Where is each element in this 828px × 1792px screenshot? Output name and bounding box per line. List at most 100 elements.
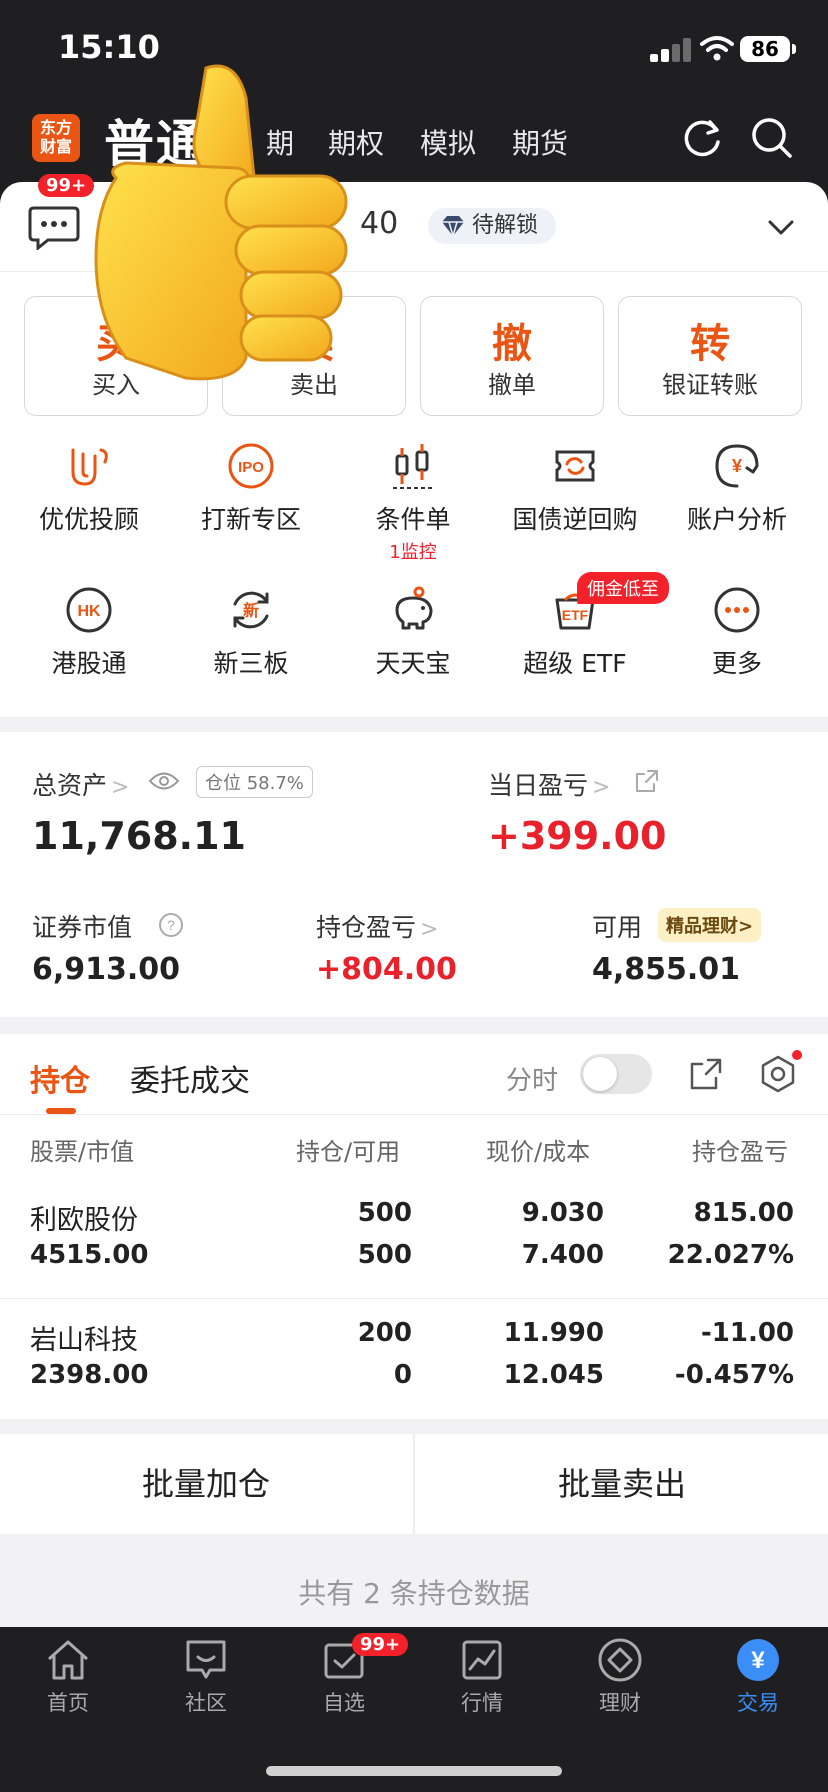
holdings-panel: 持仓 委托成交 分时 股票/市值 持仓/可用 现价/成本 持仓盈亏 利欧股份 4… — [0, 1034, 828, 1419]
holding-pl-label[interactable]: 持仓盈亏 > — [316, 908, 438, 944]
tab-watchlist[interactable]: 自选 99+ — [284, 1633, 409, 1717]
candlestick-icon — [393, 444, 433, 489]
settings-notification-dot — [792, 1050, 802, 1060]
search-icon[interactable] — [750, 116, 794, 160]
tab-home[interactable]: 首页 — [8, 1637, 128, 1717]
message-icon[interactable] — [28, 204, 80, 250]
hk-icon: HK — [66, 587, 112, 633]
grid-label: 港股通 — [51, 649, 127, 678]
market-value: 6,913.00 — [32, 952, 181, 987]
external-link-icon[interactable] — [634, 768, 660, 794]
cost-price: 12.045 — [503, 1360, 604, 1390]
tab-label: 交易 — [737, 1691, 779, 1715]
batch-actions: 批量加仓 批量卖出 — [0, 1434, 828, 1534]
unlock-label: 待解锁 — [472, 213, 539, 238]
hk-icon-text: HK — [77, 603, 101, 620]
cancel-order-button[interactable]: 撤 撤单 — [420, 296, 604, 416]
tab-label: 理财 — [599, 1691, 641, 1715]
total-assets-value: 11,768.11 — [32, 814, 246, 858]
wealth-products-pill[interactable]: 精品理财> — [658, 908, 762, 942]
holding-qty: 200 — [357, 1318, 412, 1348]
table-row[interactable]: 岩山科技 2398.00 200 0 11.990 12.045 -11.00 … — [0, 1304, 828, 1420]
repo-icon — [555, 450, 595, 482]
holding-qty: 500 — [357, 1198, 412, 1228]
grid-item-ipo[interactable]: IPO 打新专区 — [176, 442, 326, 536]
grid-item-tiantianbao[interactable]: 天天宝 — [338, 586, 488, 680]
grid-item-conditional-order[interactable]: 条件单 1监控 — [338, 442, 488, 564]
tab-orders-trades[interactable]: 委托成交 — [130, 1056, 250, 1100]
grid-item-more[interactable]: 更多 — [662, 586, 812, 680]
etf-icon-text: ETF — [562, 607, 589, 623]
tab-futures[interactable]: 期货 — [512, 122, 568, 162]
home-indicator — [266, 1766, 562, 1776]
asset-summary: 总资产 > 仓位 58.7% 11,768.11 当日盈亏 > +399.00 证券… — [0, 732, 828, 1017]
market-value-label: 证券市值 — [32, 913, 133, 942]
batch-sell-button[interactable]: 批量卖出 — [416, 1434, 828, 1534]
intraday-toggle-label: 分时 — [506, 1066, 559, 1096]
daily-pl-value: +399.00 — [488, 814, 667, 858]
tab-wealth[interactable]: 理财 — [560, 1637, 680, 1717]
new-board-icon: 新 — [233, 591, 269, 629]
app-logo: 东方 财富 — [32, 114, 80, 162]
daily-pl-label[interactable]: 当日盈亏 > — [488, 766, 610, 802]
ipo-icon-text: IPO — [238, 459, 264, 476]
diamond-icon — [442, 216, 464, 238]
grid-item-new-third-board[interactable]: 新 新三板 — [176, 586, 326, 680]
batch-add-button[interactable]: 批量加仓 — [0, 1434, 412, 1534]
grid-item-hk-connect[interactable]: HK 港股通 — [14, 586, 164, 680]
help-icon[interactable]: ? — [158, 912, 184, 938]
analysis-icon: ¥ — [715, 444, 759, 488]
monitor-count: 1监控 — [389, 542, 437, 563]
home-icon — [47, 1640, 89, 1680]
new-board-icon-text: 新 — [243, 601, 259, 620]
tab-simulation[interactable]: 模拟 — [420, 122, 476, 162]
available-qty: 500 — [357, 1240, 412, 1270]
tab-trade[interactable]: ¥ 交易 — [698, 1637, 818, 1717]
intraday-toggle[interactable] — [580, 1054, 652, 1094]
table-row[interactable]: 利欧股份 4515.00 500 500 9.030 7.400 815.00 … — [0, 1184, 828, 1300]
chevron-down-icon[interactable] — [766, 212, 796, 242]
stock-name: 岩山科技 — [30, 1325, 138, 1356]
cancel-glyph: 撤 — [492, 321, 532, 367]
share-icon[interactable] — [688, 1056, 724, 1092]
wealth-icon — [598, 1638, 642, 1682]
eye-icon[interactable] — [148, 770, 180, 792]
holding-pl: 815.00 — [693, 1198, 794, 1228]
refresh-icon[interactable] — [680, 116, 724, 160]
grid-label: 更多 — [711, 649, 762, 678]
tab-market[interactable]: 行情 — [422, 1637, 542, 1717]
tab-label: 自选 — [323, 1691, 365, 1715]
stock-market-value: 4515.00 — [30, 1240, 149, 1270]
uu-advisor-icon — [71, 448, 108, 486]
grid-item-account-analysis[interactable]: ¥ 账户分析 — [662, 442, 812, 536]
stock-market-value: 2398.00 — [30, 1360, 149, 1390]
grid-label: 优优投顾 — [38, 505, 139, 534]
tab-community[interactable]: 社区 — [146, 1637, 266, 1717]
holding-pl: -11.00 — [700, 1318, 794, 1348]
piggy-bank-icon — [395, 586, 433, 630]
thumbs-up-icon — [94, 64, 348, 381]
bank-transfer-button[interactable]: 转 银证转账 — [618, 296, 802, 416]
grid-label: 条件单 — [375, 505, 451, 534]
total-assets-label[interactable]: 总资产 > — [32, 766, 129, 802]
grid-label: 超级 ETF — [523, 649, 627, 678]
divider — [0, 1114, 828, 1115]
gear-icon[interactable] — [758, 1054, 798, 1094]
grid-label: 新三板 — [213, 649, 289, 678]
grid-label: 天天宝 — [375, 649, 451, 678]
holding-pl-percent: -0.457% — [674, 1360, 794, 1390]
current-price: 9.030 — [521, 1198, 604, 1228]
tab-label: 社区 — [185, 1691, 227, 1715]
grid-item-uu-advisor[interactable]: 优优投顾 — [14, 442, 164, 536]
cost-price: 7.400 — [521, 1240, 604, 1270]
unlock-badge[interactable]: 待解锁 — [428, 208, 557, 244]
transfer-label: 银证转账 — [662, 371, 758, 399]
trade-icon-text: ¥ — [751, 1647, 765, 1674]
toggle-knob — [583, 1057, 617, 1091]
holdings-count-note: 共有 2 条持仓数据 — [298, 1577, 530, 1610]
tab-holdings[interactable]: 持仓 — [30, 1056, 90, 1100]
logo-line2: 财富 — [39, 137, 72, 156]
grid-item-repo[interactable]: 国债逆回购 — [500, 442, 650, 536]
svg-text:?: ? — [167, 917, 175, 933]
holding-pl-percent: 22.027% — [667, 1240, 794, 1270]
